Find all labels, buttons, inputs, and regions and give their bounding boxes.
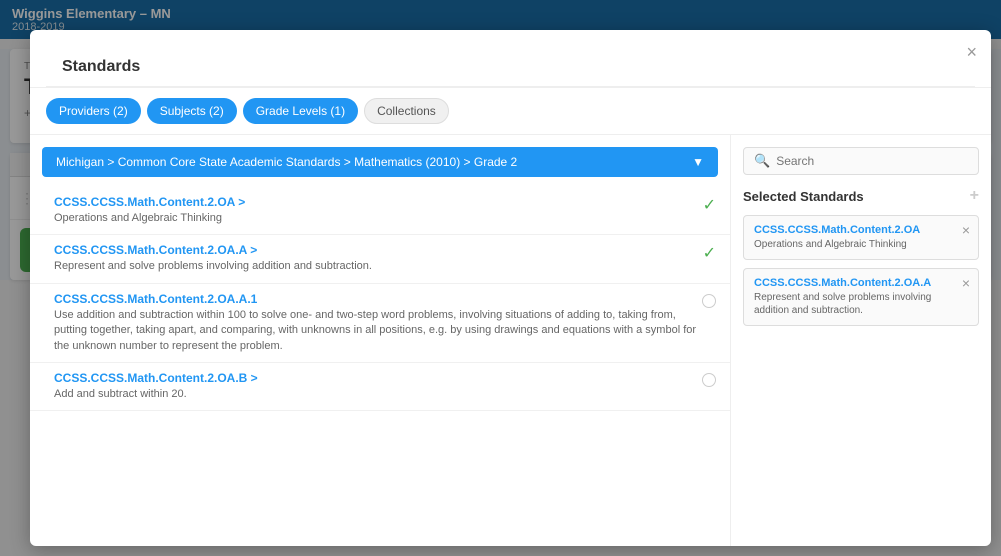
search-input[interactable] [776, 154, 968, 168]
tab-collections[interactable]: Collections [364, 98, 449, 124]
standards-breadcrumb[interactable]: Michigan > Common Core State Academic St… [42, 147, 718, 177]
standard-radio-2[interactable] [702, 294, 716, 308]
tab-subjects[interactable]: Subjects (2) [147, 98, 237, 124]
selected-desc-0: Operations and Algebraic Thinking [754, 238, 968, 251]
tab-grade-levels[interactable]: Grade Levels (1) [243, 98, 358, 124]
standard-code-1[interactable]: CCSS.CCSS.Math.Content.2.OA.A > [54, 243, 372, 257]
standard-desc-3: Add and subtract within 20. [54, 387, 702, 402]
standard-radio-3[interactable] [702, 373, 716, 387]
standard-desc-1: Represent and solve problems involving a… [54, 259, 372, 274]
breadcrumb-text: Michigan > Common Core State Academic St… [56, 155, 692, 169]
standards-modal: Standards × Providers (2) Subjects (2) G… [30, 30, 991, 546]
standard-desc-2: Use addition and subtraction within 100 … [54, 308, 702, 354]
standard-selected-1: ✓ [703, 243, 716, 263]
filter-tabs: Providers (2) Subjects (2) Grade Levels … [30, 88, 991, 135]
standard-code-3[interactable]: CCSS.CCSS.Math.Content.2.OA.B > [54, 371, 702, 385]
breadcrumb-arrow-icon: ▼ [692, 155, 704, 169]
add-selected-icon[interactable]: + [970, 187, 979, 205]
remove-selected-1[interactable]: × [962, 275, 970, 291]
standard-item-0: CCSS.CCSS.Math.Content.2.OA > Operations… [30, 187, 730, 235]
search-box: 🔍 [743, 147, 979, 175]
selected-code-1: CCSS.CCSS.Math.Content.2.OA.A [754, 277, 968, 289]
modal-body: Michigan > Common Core State Academic St… [30, 135, 991, 546]
standard-item-3: CCSS.CCSS.Math.Content.2.OA.B > Add and … [30, 363, 730, 411]
remove-selected-0[interactable]: × [962, 222, 970, 238]
modal-left-panel: Michigan > Common Core State Academic St… [30, 135, 731, 546]
modal-right-panel: 🔍 Selected Standards + CCSS.CCSS.Math.Co… [731, 135, 991, 546]
standard-code-2[interactable]: CCSS.CCSS.Math.Content.2.OA.A.1 [54, 292, 702, 306]
selected-desc-1: Represent and solve problems involving a… [754, 291, 968, 317]
standard-desc-0: Operations and Algebraic Thinking [54, 211, 245, 226]
selected-standard-0: CCSS.CCSS.Math.Content.2.OA Operations a… [743, 215, 979, 260]
standard-code-0[interactable]: CCSS.CCSS.Math.Content.2.OA > [54, 195, 245, 209]
standard-item-2: CCSS.CCSS.Math.Content.2.OA.A.1 Use addi… [30, 284, 730, 363]
selected-standards-title: Selected Standards + [743, 187, 979, 205]
standard-selected-0: ✓ [703, 195, 716, 215]
selected-code-0: CCSS.CCSS.Math.Content.2.OA [754, 224, 968, 236]
standard-item-1: CCSS.CCSS.Math.Content.2.OA.A > Represen… [30, 235, 730, 283]
search-icon: 🔍 [754, 153, 770, 169]
modal-close-button[interactable]: × [966, 42, 977, 63]
selected-standard-1: CCSS.CCSS.Math.Content.2.OA.A Represent … [743, 268, 979, 326]
modal-title: Standards [46, 44, 975, 87]
tab-providers[interactable]: Providers (2) [46, 98, 141, 124]
